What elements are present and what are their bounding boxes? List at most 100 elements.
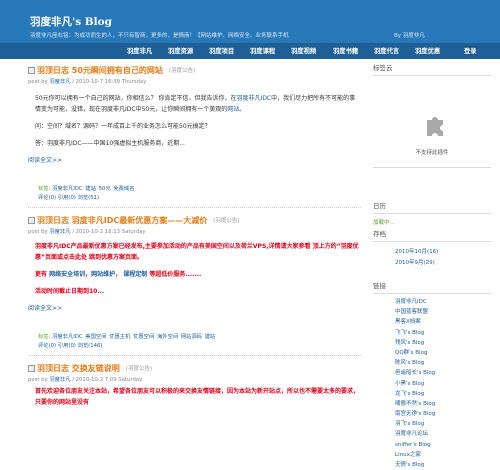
post: 羽顶日志 羽度非凡IDC最新优惠方案——大减价 (羽度公告) post by 羽… (28, 214, 361, 356)
friend-link[interactable]: 无情's Blog (373, 460, 491, 470)
post-text: ， (115, 271, 122, 278)
nav-item-videos[interactable]: 羽度视频 (291, 46, 316, 55)
tags-label: 标签: (38, 186, 51, 192)
post-meta: post by 羽度非凡 / 2010-10-7 16:39 Thursday (28, 79, 147, 85)
post-text: 活动时间截止日期到10... (35, 288, 105, 295)
calendar-title: 日历 (373, 200, 491, 214)
tag-link[interactable]: 建站 (205, 334, 216, 340)
tag-link[interactable]: 羽度非凡IDC (52, 334, 83, 340)
post-text: 等超低价服务....... (149, 271, 202, 278)
nav-item-discount[interactable]: 羽度优惠 (415, 46, 440, 55)
links-title: 链接 (373, 280, 491, 294)
archive-link[interactable]: 2010年9月(29) (373, 258, 491, 266)
nav-item-courses[interactable]: 羽度课程 (250, 46, 275, 55)
divider (28, 355, 361, 356)
post-title[interactable]: 羽顶日志 羽度非凡IDC最新优惠方案——大减价 (37, 215, 207, 226)
nav-item-books[interactable]: 羽度书籍 (333, 46, 358, 55)
friend-link[interactable]: 羽飞's Blog (373, 419, 491, 429)
archive-title: 存档 (373, 228, 491, 242)
tag-link[interactable]: 网站源码 (181, 334, 202, 340)
friend-link[interactable]: 残风's Blog (373, 338, 491, 348)
tag-link[interactable]: 羽度非凡IDC (52, 186, 83, 192)
plugin-unsupported-text: 不支持此插件 (415, 150, 449, 156)
post-title[interactable]: 羽顶日志 交换友链说明 (37, 363, 120, 374)
friend-link[interactable]: 小黑's Blog (373, 379, 491, 389)
friend-link[interactable]: 羽度非凡IDC (373, 297, 491, 307)
post-tags: 标签: 羽度非凡IDC 美国空间 优惠主机 优惠空间 海外空间 网站源码 建站 (38, 332, 361, 340)
tag-cloud-title: 标签云 (373, 62, 491, 76)
site-byline: By 羽度非凡 (394, 33, 425, 39)
links-list: 羽度非凡IDC 中国蓝客联盟 黑客X档案 飞飞's Blog 残风's Blog… (373, 297, 491, 470)
nav-item-projects[interactable]: 羽度项目 (209, 46, 234, 55)
friend-link[interactable]: 中国蓝客联盟 (373, 307, 491, 317)
broken-image-icon (28, 364, 35, 372)
plugin-icon (427, 117, 443, 136)
promo-text: 羽度非凡IDC产品最新优惠方案已经发布,主要参加活动的产品有美国空间以及荷兰VP… (35, 243, 359, 261)
tag-link[interactable]: 免费域名 (113, 186, 134, 192)
post-category[interactable]: (羽度公告) (213, 216, 239, 224)
post-text: 更有 (35, 271, 48, 278)
post: 羽顶日志 交换友链说明 (羽度公告) post by 羽度非凡 / 2010-1… (28, 362, 361, 408)
tag-link[interactable]: 优惠空间 (133, 334, 154, 340)
friend-link[interactable]: 啸傲不然's Blog (373, 399, 491, 409)
post-title[interactable]: 羽顶日志 50元瞬间拥有自己的网站 (37, 65, 163, 76)
site-header: 羽度非凡's Blog 羽度非凡座右铭：为成功而生的人，不只有智商，更多的，是情… (0, 0, 500, 43)
custom-course-link[interactable]: 课程定制 (123, 271, 147, 278)
post: 羽顶日志 50元瞬间拥有自己的网站 (羽度公告) post by 羽度非凡 / … (28, 64, 361, 208)
post-stats[interactable]: 评论(0) 引用(0) 浏览(51) (38, 193, 361, 201)
post-author[interactable]: 羽度非凡 (49, 79, 70, 85)
nav-item-login[interactable]: 登录 (464, 46, 477, 55)
post-date: 2010-10-7 16:39 Thursday (75, 79, 147, 85)
friend-link[interactable]: 陈风's Blog (373, 358, 491, 368)
post-text: 首先欢迎各位朋友关注本站，希望各位朋友可以积极的来交换友情链接，因为本站为新开站… (35, 388, 360, 406)
post-stats[interactable]: 评论(0) 引用(0) 浏览(146) (38, 341, 361, 349)
post-tags: 标签: 羽度非凡IDC 建站 50元 免费域名 (38, 184, 361, 192)
site-maintenance-link[interactable]: 网站维护 (91, 271, 115, 278)
website-link[interactable]: 网站 (227, 106, 239, 113)
post-list: 羽顶日志 50元瞬间拥有自己的网站 (羽度公告) post by 羽度非凡 / … (28, 64, 361, 414)
post-author[interactable]: 羽度非凡 (49, 377, 70, 383)
archive-widget: 存档 2010年10月(16) 2010年9月(29) (373, 228, 491, 266)
friend-link[interactable]: QQ群's Blog (373, 348, 491, 358)
friend-link[interactable]: 南宫无诤's Blog (373, 409, 491, 419)
nav-item-endorse[interactable]: 羽度代言 (374, 46, 399, 55)
calendar-loading: 加载中... (373, 220, 395, 226)
friend-link[interactable]: Linux之家 (373, 450, 491, 460)
post-meta: post by 羽度非凡 / 2010-10-2 18:13 Saturday (28, 229, 146, 235)
post-category[interactable]: (羽度公告) (169, 66, 195, 74)
tag-link[interactable]: 建站 (85, 186, 96, 192)
nav-item-resources[interactable]: 羽度资源 (168, 46, 193, 55)
broken-image-icon (28, 66, 35, 74)
friend-link[interactable]: 羽度非凡论坛 (373, 429, 491, 439)
post-text: 问：空间？域名？源码？一年成百上千的业务怎么可能50元搞定？ (35, 123, 211, 130)
post-date: 2010-10-2 18:13 Saturday (75, 229, 146, 235)
post-text: 。 (239, 106, 246, 113)
post-text: 50元你可以拥有一个自己的网站，你相信么？ 你肯定不信，但我告诉你，在 (35, 95, 237, 102)
post-author[interactable]: 羽度非凡 (49, 229, 70, 235)
friend-link[interactable]: 黑客X档案 (373, 317, 491, 327)
friend-link[interactable]: sniffer's Blog (373, 440, 491, 450)
friend-link[interactable]: 邑遥船长's Blog (373, 368, 491, 378)
site-title[interactable]: 羽度非凡's Blog (30, 14, 112, 29)
read-more-link[interactable]: 阅读全文>> (28, 155, 361, 164)
post-body: 羽度非凡IDC产品最新优惠方案已经发布,主要参加活动的产品有美国空间以及荷兰VP… (28, 241, 361, 297)
site-description: 羽度非凡座右铭：为成功而生的人，不只有智商，更多的，是情商！【网站维护、网络安全… (30, 33, 289, 39)
sidebar: 标签云 不支持此插件 日历 加载中... 存档 2010年10月(16) 201… (373, 62, 491, 470)
post-date: 2010-10-2 7:09 Saturday (75, 377, 143, 383)
tag-link[interactable]: 50元 (99, 186, 111, 192)
tag-link[interactable]: 海外空间 (157, 334, 178, 340)
tag-cloud-widget: 标签云 不支持此插件 (373, 62, 491, 168)
idc-link[interactable]: 羽度非凡IDC (237, 95, 272, 102)
friend-link[interactable]: 飞飞's Blog (373, 328, 491, 338)
links-widget: 链接 羽度非凡IDC 中国蓝客联盟 黑客X档案 飞飞's Blog 残风's B… (373, 280, 491, 470)
tags-label: 标签: (38, 334, 51, 340)
nav-item-home[interactable]: 羽度非凡 (127, 46, 152, 55)
tag-link[interactable]: 美国空间 (85, 334, 106, 340)
friend-link[interactable]: 龙飞's Blog (373, 389, 491, 399)
tag-link[interactable]: 优惠主机 (109, 334, 130, 340)
post-category[interactable]: (羽度公告) (126, 364, 152, 372)
archive-link[interactable]: 2010年10月(16) (373, 247, 491, 255)
security-training-link[interactable]: 网络安全培训 (49, 271, 85, 278)
read-more-link[interactable]: 阅读全文>> (28, 303, 361, 312)
post-body: 50元你可以拥有一个自己的网站，你相信么？ 你肯定不信，但我告诉你，在羽度非凡I… (28, 93, 361, 149)
